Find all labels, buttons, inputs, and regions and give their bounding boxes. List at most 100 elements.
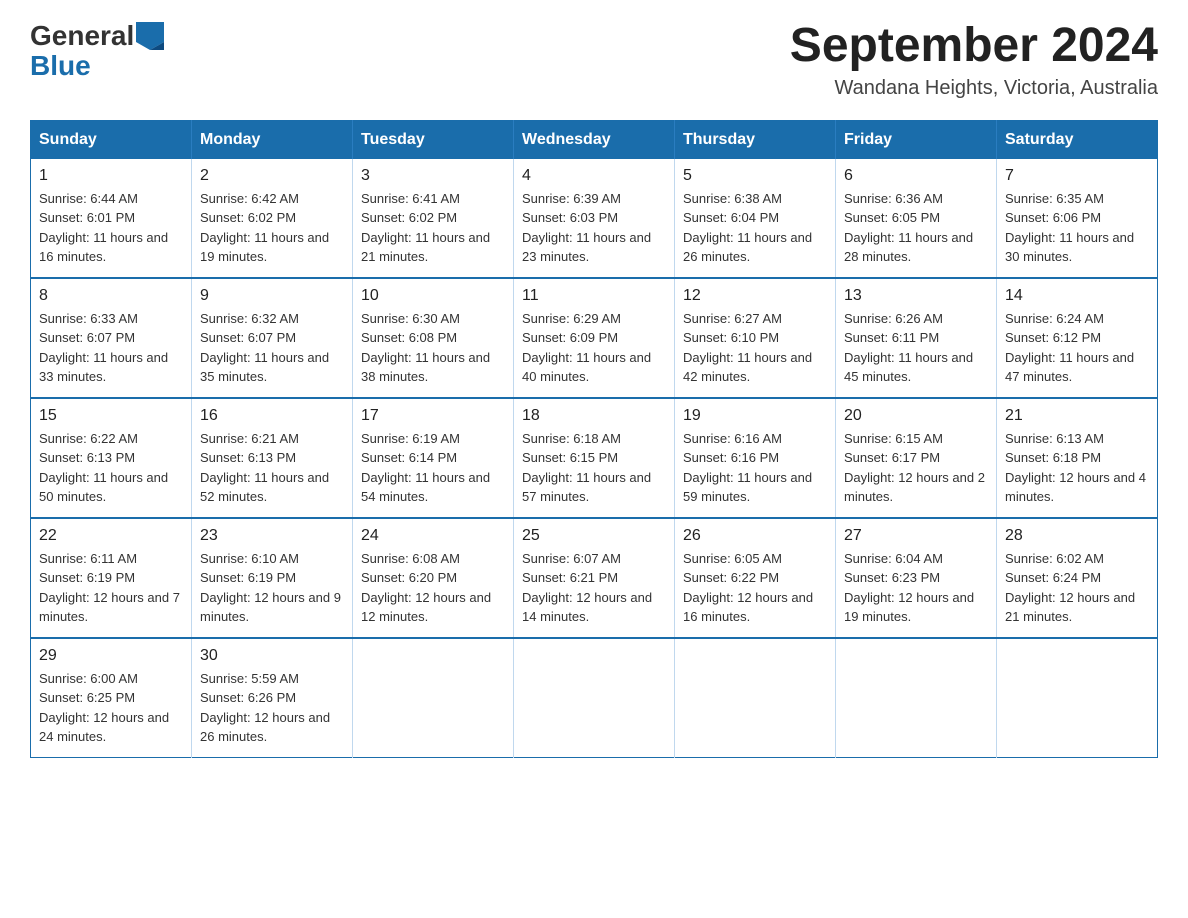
day-number: 9	[200, 287, 344, 305]
calendar-cell: 12Sunrise: 6:27 AMSunset: 6:10 PMDayligh…	[675, 278, 836, 398]
day-number: 21	[1005, 407, 1149, 425]
day-number: 25	[522, 527, 666, 545]
day-number: 10	[361, 287, 505, 305]
calendar-week-row: 29Sunrise: 6:00 AMSunset: 6:25 PMDayligh…	[31, 638, 1158, 758]
calendar-cell: 8 Sunrise: 6:33 AMSunset: 6:07 PMDaylight…	[31, 278, 192, 398]
day-number: 19	[683, 407, 827, 425]
calendar-header-row: SundayMondayTuesdayWednesdayThursdayFrid…	[31, 120, 1158, 159]
calendar-cell: 28 Sunrise: 6:02 AMSunset: 6:24 PMDayligh…	[997, 518, 1158, 638]
day-info: Sunrise: 6:39 AMSunset: 6:03 PMDaylight:…	[522, 189, 666, 267]
day-number: 29	[39, 647, 183, 665]
day-info: Sunrise: 6:07 AMSunset: 6:21 PMDaylight:…	[522, 549, 666, 627]
calendar-cell: 24 Sunrise: 6:08 AMSunset: 6:20 PMDayligh…	[353, 518, 514, 638]
day-number: 27	[844, 527, 988, 545]
calendar-cell: 5Sunrise: 6:38 AMSunset: 6:04 PMDaylight…	[675, 159, 836, 278]
calendar-cell: 3 Sunrise: 6:41 AMSunset: 6:02 PMDaylight…	[353, 159, 514, 278]
calendar-cell: 15 Sunrise: 6:22 AMSunset: 6:13 PMDayligh…	[31, 398, 192, 518]
calendar-cell: 2 Sunrise: 6:42 AMSunset: 6:02 PMDaylight…	[192, 159, 353, 278]
day-info: Sunrise: 6:27 AMSunset: 6:10 PMDaylight:…	[683, 309, 827, 387]
day-number: 22	[39, 527, 183, 545]
calendar-week-row: 15 Sunrise: 6:22 AMSunset: 6:13 PMDayligh…	[31, 398, 1158, 518]
calendar-cell: 16Sunrise: 6:21 AMSunset: 6:13 PMDayligh…	[192, 398, 353, 518]
day-info: Sunrise: 6:10 AMSunset: 6:19 PMDaylight:…	[200, 549, 344, 627]
calendar-cell: 29Sunrise: 6:00 AMSunset: 6:25 PMDayligh…	[31, 638, 192, 758]
day-info: Sunrise: 5:59 AMSunset: 6:26 PMDaylight:…	[200, 669, 344, 747]
day-number: 17	[361, 407, 505, 425]
day-number: 3	[361, 167, 505, 185]
day-info: Sunrise: 6:41 AMSunset: 6:02 PMDaylight:…	[361, 189, 505, 267]
day-info: Sunrise: 6:08 AMSunset: 6:20 PMDaylight:…	[361, 549, 505, 627]
day-number: 11	[522, 287, 666, 305]
day-number: 4	[522, 167, 666, 185]
day-of-week-header: Sunday	[31, 120, 192, 159]
day-info: Sunrise: 6:15 AMSunset: 6:17 PMDaylight:…	[844, 429, 988, 507]
calendar-cell: 21 Sunrise: 6:13 AMSunset: 6:18 PMDayligh…	[997, 398, 1158, 518]
day-info: Sunrise: 6:13 AMSunset: 6:18 PMDaylight:…	[1005, 429, 1149, 507]
day-number: 8	[39, 287, 183, 305]
day-number: 15	[39, 407, 183, 425]
calendar-cell: 10 Sunrise: 6:30 AMSunset: 6:08 PMDayligh…	[353, 278, 514, 398]
logo-icon	[136, 22, 164, 50]
calendar-week-row: 22 Sunrise: 6:11 AMSunset: 6:19 PMDayligh…	[31, 518, 1158, 638]
day-number: 28	[1005, 527, 1149, 545]
location: Wandana Heights, Victoria, Australia	[790, 77, 1158, 100]
calendar-cell: 1Sunrise: 6:44 AMSunset: 6:01 PMDaylight…	[31, 159, 192, 278]
calendar-cell	[836, 638, 997, 758]
calendar-cell: 6 Sunrise: 6:36 AMSunset: 6:05 PMDaylight…	[836, 159, 997, 278]
day-of-week-header: Wednesday	[514, 120, 675, 159]
day-info: Sunrise: 6:22 AMSunset: 6:13 PMDaylight:…	[39, 429, 183, 507]
logo-text-blue: Blue	[30, 52, 91, 80]
calendar-cell: 19 Sunrise: 6:16 AMSunset: 6:16 PMDayligh…	[675, 398, 836, 518]
day-info: Sunrise: 6:29 AMSunset: 6:09 PMDaylight:…	[522, 309, 666, 387]
calendar-cell: 17 Sunrise: 6:19 AMSunset: 6:14 PMDayligh…	[353, 398, 514, 518]
logo: General Blue	[30, 20, 164, 80]
day-number: 23	[200, 527, 344, 545]
calendar-cell	[353, 638, 514, 758]
calendar-cell: 30 Sunrise: 5:59 AMSunset: 6:26 PMDayligh…	[192, 638, 353, 758]
day-info: Sunrise: 6:42 AMSunset: 6:02 PMDaylight:…	[200, 189, 344, 267]
day-number: 26	[683, 527, 827, 545]
day-number: 6	[844, 167, 988, 185]
day-info: Sunrise: 6:04 AMSunset: 6:23 PMDaylight:…	[844, 549, 988, 627]
day-info: Sunrise: 6:21 AMSunset: 6:13 PMDaylight:…	[200, 429, 344, 507]
page-header: General Blue September 2024 Wandana Heig…	[30, 20, 1158, 100]
calendar-cell: 11 Sunrise: 6:29 AMSunset: 6:09 PMDayligh…	[514, 278, 675, 398]
day-of-week-header: Friday	[836, 120, 997, 159]
day-number: 2	[200, 167, 344, 185]
day-number: 13	[844, 287, 988, 305]
day-info: Sunrise: 6:35 AMSunset: 6:06 PMDaylight:…	[1005, 189, 1149, 267]
day-number: 14	[1005, 287, 1149, 305]
day-number: 30	[200, 647, 344, 665]
day-info: Sunrise: 6:38 AMSunset: 6:04 PMDaylight:…	[683, 189, 827, 267]
calendar-week-row: 8 Sunrise: 6:33 AMSunset: 6:07 PMDaylight…	[31, 278, 1158, 398]
calendar-cell: 13 Sunrise: 6:26 AMSunset: 6:11 PMDayligh…	[836, 278, 997, 398]
day-info: Sunrise: 6:26 AMSunset: 6:11 PMDaylight:…	[844, 309, 988, 387]
calendar-cell: 7Sunrise: 6:35 AMSunset: 6:06 PMDaylight…	[997, 159, 1158, 278]
title-area: September 2024 Wandana Heights, Victoria…	[790, 20, 1158, 100]
day-info: Sunrise: 6:24 AMSunset: 6:12 PMDaylight:…	[1005, 309, 1149, 387]
day-info: Sunrise: 6:36 AMSunset: 6:05 PMDaylight:…	[844, 189, 988, 267]
month-title: September 2024	[790, 20, 1158, 73]
day-info: Sunrise: 6:30 AMSunset: 6:08 PMDaylight:…	[361, 309, 505, 387]
calendar-week-row: 1Sunrise: 6:44 AMSunset: 6:01 PMDaylight…	[31, 159, 1158, 278]
day-number: 20	[844, 407, 988, 425]
day-info: Sunrise: 6:33 AMSunset: 6:07 PMDaylight:…	[39, 309, 183, 387]
day-of-week-header: Thursday	[675, 120, 836, 159]
day-info: Sunrise: 6:18 AMSunset: 6:15 PMDaylight:…	[522, 429, 666, 507]
day-number: 1	[39, 167, 183, 185]
day-of-week-header: Tuesday	[353, 120, 514, 159]
day-info: Sunrise: 6:32 AMSunset: 6:07 PMDaylight:…	[200, 309, 344, 387]
day-of-week-header: Saturday	[997, 120, 1158, 159]
day-number: 24	[361, 527, 505, 545]
calendar-cell: 25 Sunrise: 6:07 AMSunset: 6:21 PMDayligh…	[514, 518, 675, 638]
day-info: Sunrise: 6:19 AMSunset: 6:14 PMDaylight:…	[361, 429, 505, 507]
calendar-cell	[514, 638, 675, 758]
day-info: Sunrise: 6:16 AMSunset: 6:16 PMDaylight:…	[683, 429, 827, 507]
calendar-cell: 26Sunrise: 6:05 AMSunset: 6:22 PMDayligh…	[675, 518, 836, 638]
day-info: Sunrise: 6:11 AMSunset: 6:19 PMDaylight:…	[39, 549, 183, 627]
calendar-cell	[997, 638, 1158, 758]
calendar-table: SundayMondayTuesdayWednesdayThursdayFrid…	[30, 120, 1158, 758]
calendar-cell: 22 Sunrise: 6:11 AMSunset: 6:19 PMDayligh…	[31, 518, 192, 638]
day-info: Sunrise: 6:02 AMSunset: 6:24 PMDaylight:…	[1005, 549, 1149, 627]
calendar-cell: 4 Sunrise: 6:39 AMSunset: 6:03 PMDaylight…	[514, 159, 675, 278]
